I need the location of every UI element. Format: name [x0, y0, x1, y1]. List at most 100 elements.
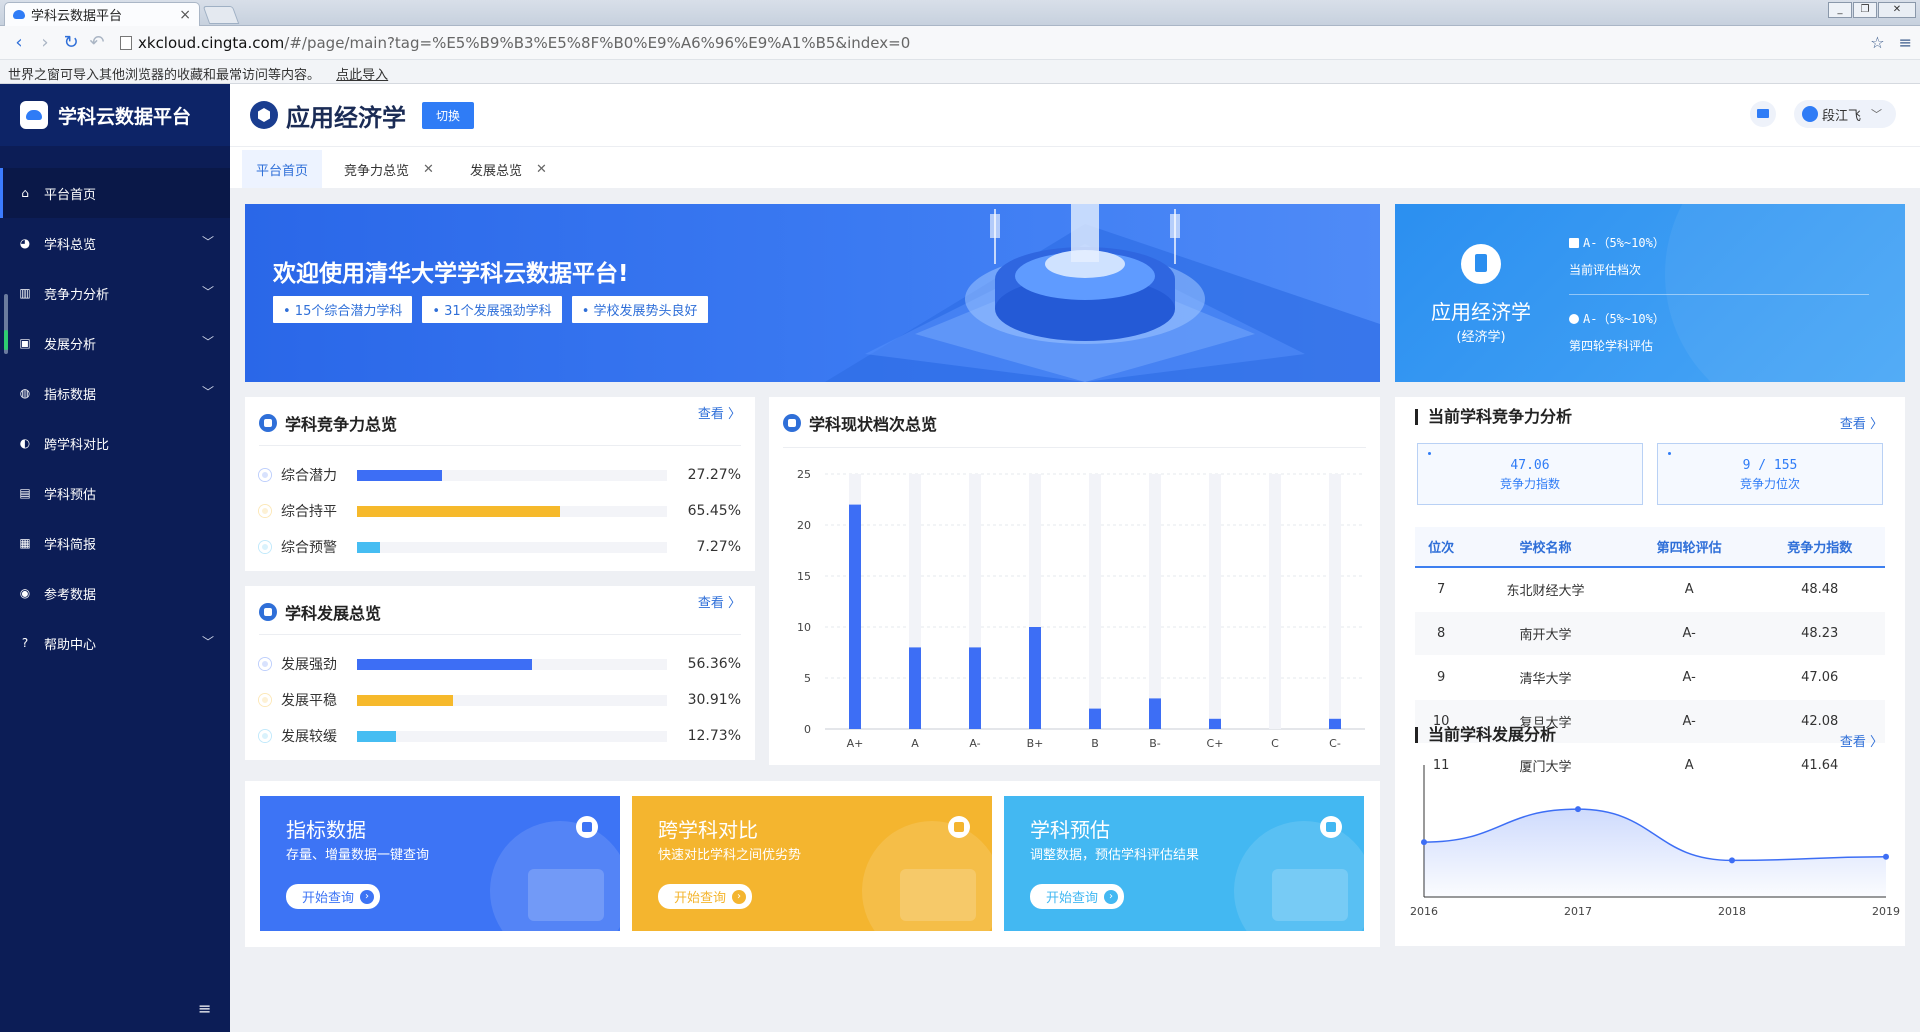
sidebar-item-development[interactable]: ▣ 发展分析 ﹀: [0, 318, 230, 368]
mail-icon[interactable]: [1749, 101, 1776, 127]
progress-percent: 56.36%: [687, 656, 741, 672]
subject-cube-icon: [250, 101, 278, 129]
import-link[interactable]: 点此导入: [336, 68, 388, 83]
header: 应用经济学 切换 段江飞 ﹀: [230, 84, 1920, 146]
sidebar-item-compare[interactable]: ◐ 跨学科对比: [0, 418, 230, 468]
tab-competitiveness[interactable]: 竞争力总览 ✕: [330, 150, 448, 188]
brand-title: 学科云数据平台: [58, 105, 192, 128]
tab-development[interactable]: 发展总览 ✕: [456, 150, 561, 188]
start-query-button[interactable]: 开始查询 ›: [1030, 884, 1125, 909]
current-subject-analysis-panel: 当前学科竞争力分析 查看 〉 47.06 竞争力指数 9 / 155 竞争力位次…: [1395, 397, 1905, 946]
column-header[interactable]: 学校名称: [1467, 527, 1624, 568]
bar-chart-icon: ▥: [19, 286, 31, 300]
sidebar-item-home[interactable]: ⌂ 平台首页: [0, 168, 230, 218]
column-header[interactable]: 第四轮评估: [1623, 527, 1755, 568]
competitiveness-index-stat: 47.06 竞争力指数: [1417, 443, 1643, 505]
sidebar-item-report[interactable]: ▦ 学科简报: [0, 518, 230, 568]
menu-icon[interactable]: ≡: [1899, 33, 1912, 52]
sidebar-item-label: 跨学科对比: [44, 437, 110, 453]
page-tabs: 平台首页 竞争力总览 ✕ 发展总览 ✕: [230, 146, 1920, 188]
indicator-data-card[interactable]: 指标数据 存量、增量数据一键查询 开始查询 ›: [260, 796, 620, 931]
current-level-value: A-（5%~10%）: [1583, 236, 1665, 250]
tab-label: 平台首页: [256, 163, 309, 179]
sidebar-item-indicators[interactable]: ◍ 指标数据 ﹀: [0, 368, 230, 418]
progress-track: [357, 658, 667, 670]
view-more-link[interactable]: 查看 〉: [698, 403, 741, 422]
table-cell: A-: [1623, 655, 1755, 700]
x-tick-label: A+: [847, 737, 864, 750]
bar-chart-illustration-icon: [528, 869, 604, 921]
arrow-right-icon: ›: [732, 889, 747, 904]
tab-label: 竞争力总览: [344, 163, 410, 179]
x-tick-label: B: [1091, 737, 1099, 750]
collapse-menu-icon[interactable]: ≡: [198, 999, 211, 1018]
bar: [1209, 718, 1221, 729]
star-badge-illustration-icon: [1272, 869, 1348, 921]
table-cell: 48.23: [1754, 611, 1885, 656]
bar: [1149, 698, 1161, 729]
icon-glyph: [1326, 822, 1336, 832]
cloud-logo-icon: [20, 101, 48, 129]
refresh-icon[interactable]: ↻: [60, 32, 82, 54]
banner-tag: • 15个综合潜力学科: [273, 296, 413, 323]
user-menu[interactable]: 段江飞 ﹀: [1793, 100, 1896, 128]
browser-tab[interactable]: 学科云数据平台 ×: [4, 2, 200, 26]
brand[interactable]: 学科云数据平台: [0, 84, 230, 146]
x-tick-label: C+: [1207, 737, 1224, 750]
divider: [259, 634, 741, 635]
category-dot-icon: [259, 694, 271, 706]
sidebar-item-reference[interactable]: ◉ 参考数据: [0, 568, 230, 618]
stat-label: 竞争力指数: [1499, 477, 1560, 491]
competitiveness-analysis-title: 当前学科竞争力分析: [1415, 409, 1572, 425]
fourth-level-value: A-（5%~10%）: [1583, 312, 1665, 326]
tab-home[interactable]: 平台首页: [242, 150, 323, 188]
forward-icon[interactable]: ›: [34, 32, 56, 54]
progress-track: [357, 505, 667, 517]
level-bar-chart: 0 5 10 15 20 25 A+ A A- B+ B B- C+ C C-: [797, 468, 1365, 750]
avatar: [1801, 106, 1818, 122]
table-cell: 南开大学: [1467, 611, 1624, 656]
button-label: 开始查询: [1046, 891, 1099, 906]
minimize-icon[interactable]: _: [1828, 2, 1852, 18]
star-icon[interactable]: ☆: [1870, 33, 1884, 52]
sidebar-item-overview[interactable]: ◕ 学科总览 ﹀: [0, 218, 230, 268]
close-icon[interactable]: ✕: [536, 162, 547, 177]
column-header[interactable]: 位次: [1415, 527, 1468, 568]
undo-icon[interactable]: ↶: [86, 32, 108, 54]
column-header[interactable]: 竞争力指数: [1754, 527, 1885, 568]
start-query-button[interactable]: 开始查询 ›: [658, 884, 753, 909]
close-window-icon[interactable]: ✕: [1878, 2, 1916, 18]
x-tick-label: C: [1271, 737, 1279, 750]
import-infobar: 世界之窗可导入其他浏览器的收藏和最常访问等内容。 点此导入: [0, 60, 1920, 84]
cross-subject-compare-card[interactable]: 跨学科对比 快速对比学科之间优劣势 开始查询 ›: [632, 796, 992, 931]
sidebar-item-estimate[interactable]: ▤ 学科预估: [0, 468, 230, 518]
view-more-link[interactable]: 查看 〉: [698, 592, 741, 611]
table-row[interactable]: 8 南开大学 A- 48.23: [1415, 611, 1885, 656]
address-bar: ‹ › ↻ ↶ xkcloud.cingta.com/#/page/main?t…: [0, 26, 1920, 60]
level-chart-panel: 学科现状档次总览 0 5 10 15 20 25 A+ A A- B+ B B- C+ C C-: [769, 397, 1380, 765]
restore-icon[interactable]: ❐: [1853, 2, 1877, 18]
table-row[interactable]: 7 东北财经大学 A 48.48: [1415, 567, 1885, 612]
divider: [259, 445, 741, 446]
compare-icon: [948, 816, 970, 838]
sidebar-item-help[interactable]: ? 帮助中心 ﹀: [0, 618, 230, 668]
table-row[interactable]: 9 清华大学 A- 47.06: [1415, 655, 1885, 700]
switch-subject-button[interactable]: 切换: [422, 101, 475, 129]
subject-estimate-card[interactable]: 学科预估 调整数据，预估学科评估结果 开始查询 ›: [1004, 796, 1364, 931]
new-tab-button[interactable]: [202, 6, 240, 24]
icon-glyph: [954, 822, 964, 832]
progress-row: 发展较缓 12.73%: [259, 726, 741, 746]
back-icon[interactable]: ‹: [8, 32, 30, 54]
card-description: 快速对比学科之间优劣势: [658, 848, 802, 863]
bar: [1029, 627, 1041, 729]
competitiveness-overview-panel: 学科竞争力总览 查看 〉 综合潜力 27.27% 综合持平 65.45% 综合预警 7.2…: [245, 397, 755, 571]
fourth-round-level: A-（5%~10%） 第四轮学科评估: [1569, 310, 1665, 354]
view-more-link[interactable]: 查看 〉: [1840, 413, 1883, 432]
progress-track: [357, 730, 667, 742]
close-icon[interactable]: ✕: [423, 162, 434, 177]
close-tab-icon[interactable]: ×: [179, 7, 191, 23]
start-query-button[interactable]: 开始查询 ›: [286, 884, 381, 909]
sidebar-item-competitiveness[interactable]: ▥ 竞争力分析 ﹀: [0, 268, 230, 318]
x-tick-label: B-: [1149, 737, 1161, 750]
url-field[interactable]: xkcloud.cingta.com/#/page/main?tag=%E5%B…: [138, 34, 1870, 52]
